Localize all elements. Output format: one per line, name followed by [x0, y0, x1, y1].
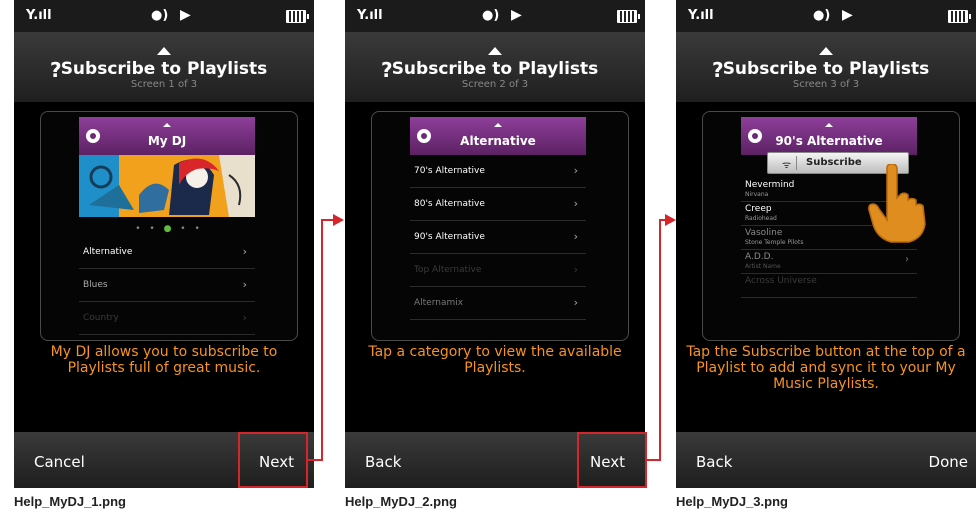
arrowhead-2 — [665, 214, 676, 226]
connector-arrow-1 — [308, 219, 336, 461]
connector-arrow-2 — [647, 219, 668, 461]
arrowhead-1 — [333, 214, 344, 226]
flow-arrows — [308, 214, 676, 461]
